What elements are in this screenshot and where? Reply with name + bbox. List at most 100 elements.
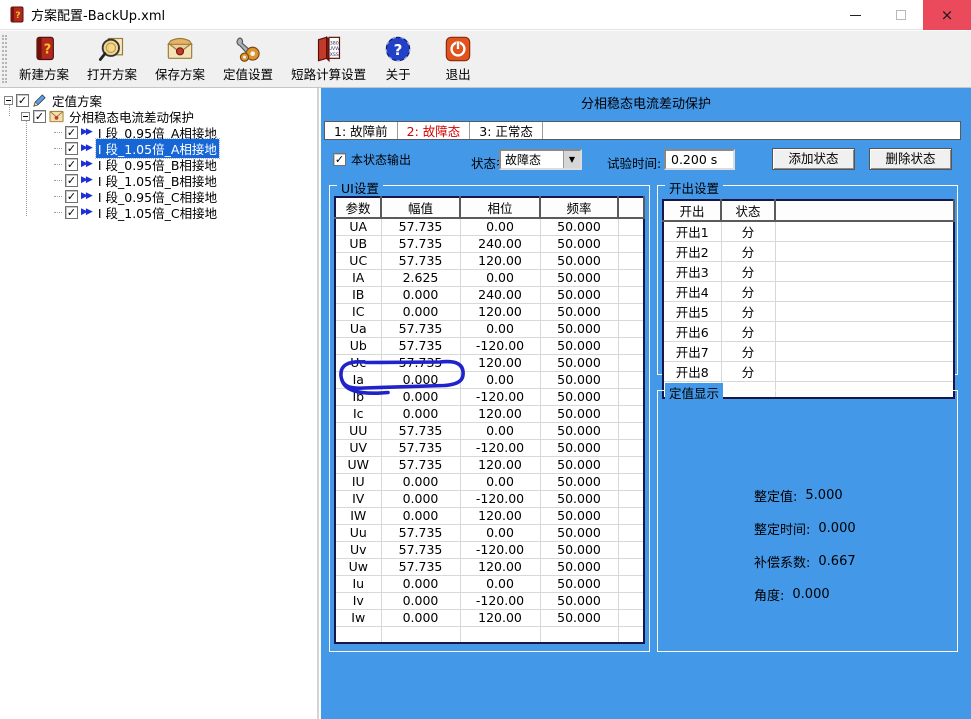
output-state-cell[interactable]: 分: [721, 282, 775, 302]
param-cell[interactable]: UU: [335, 422, 381, 439]
phase-cell[interactable]: 120.00: [460, 558, 540, 575]
phase-cell[interactable]: 120.00: [460, 303, 540, 320]
table-row[interactable]: IU 0.000 0.00 50.000: [335, 473, 644, 490]
about-button[interactable]: ? 关于: [375, 33, 421, 85]
param-cell[interactable]: Iv: [335, 592, 381, 609]
tab-pre-fault[interactable]: 1: 故障前: [325, 122, 398, 139]
phase-cell[interactable]: 120.00: [460, 252, 540, 269]
table-row[interactable]: Uu 57.735 0.00 50.000: [335, 524, 644, 541]
param-cell[interactable]: UC: [335, 252, 381, 269]
table-row[interactable]: IC 0.000 120.00 50.000: [335, 303, 644, 320]
new-scheme-button[interactable]: ? 新建方案: [10, 33, 78, 85]
open-scheme-button[interactable]: 打开方案: [78, 33, 146, 85]
amplitude-cell[interactable]: 57.735: [381, 524, 460, 541]
amplitude-cell[interactable]: 57.735: [381, 439, 460, 456]
amplitude-cell[interactable]: 57.735: [381, 252, 460, 269]
tree-checkbox[interactable]: ✓: [65, 142, 78, 155]
amplitude-cell[interactable]: 2.625: [381, 269, 460, 286]
amplitude-cell[interactable]: 57.735: [381, 558, 460, 575]
param-cell[interactable]: Iu: [335, 575, 381, 592]
amplitude-cell[interactable]: 0.000: [381, 592, 460, 609]
phase-cell[interactable]: 0.00: [460, 473, 540, 490]
test-time-input[interactable]: 0.200 s: [664, 149, 735, 170]
param-cell[interactable]: Ub: [335, 337, 381, 354]
toolbar-gripper[interactable]: [2, 35, 7, 83]
phase-cell[interactable]: 0.00: [460, 524, 540, 541]
table-row[interactable]: Uv 57.735 -120.00 50.000: [335, 541, 644, 558]
output-state-cell[interactable]: 分: [721, 302, 775, 322]
frequency-cell[interactable]: 50.000: [540, 422, 618, 439]
amplitude-cell[interactable]: 0.000: [381, 303, 460, 320]
table-row[interactable]: UU 57.735 0.00 50.000: [335, 422, 644, 439]
table-row[interactable]: UB 57.735 240.00 50.000: [335, 235, 644, 252]
output-state-cell[interactable]: 分: [721, 242, 775, 262]
param-cell[interactable]: UV: [335, 439, 381, 456]
table-row[interactable]: IB 0.000 240.00 50.000: [335, 286, 644, 303]
digital-output-table[interactable]: 开出 状态 开出1 分 开出2 分 开出3 分: [662, 199, 955, 399]
param-cell[interactable]: UB: [335, 235, 381, 252]
table-row[interactable]: 开出2 分: [663, 242, 954, 262]
amplitude-cell[interactable]: 57.735: [381, 422, 460, 439]
frequency-cell[interactable]: 50.000: [540, 490, 618, 507]
table-row[interactable]: Ua 57.735 0.00 50.000: [335, 320, 644, 337]
amplitude-cell[interactable]: 0.000: [381, 371, 460, 388]
amplitude-cell[interactable]: 0.000: [381, 575, 460, 592]
table-row[interactable]: Ic 0.000 120.00 50.000: [335, 405, 644, 422]
tab-normal-state[interactable]: 3: 正常态: [470, 122, 543, 139]
param-cell[interactable]: UA: [335, 218, 381, 235]
frequency-cell[interactable]: 50.000: [540, 354, 618, 371]
tree-checkbox[interactable]: ✓: [33, 110, 46, 123]
ui-header-param[interactable]: 参数: [335, 197, 381, 218]
tree-leaf-row[interactable]: ✓ ▶▶ I 段_1.05倍_C相接地: [54, 204, 219, 220]
output-state-cell[interactable]: 分: [721, 262, 775, 282]
phase-cell[interactable]: 120.00: [460, 405, 540, 422]
param-cell[interactable]: IU: [335, 473, 381, 490]
frequency-cell[interactable]: 50.000: [540, 371, 618, 388]
tree-checkbox[interactable]: ✓: [16, 94, 29, 107]
table-row[interactable]: 开出3 分: [663, 262, 954, 282]
param-cell[interactable]: Ic: [335, 405, 381, 422]
state-name-dropdown[interactable]: 故障态 ▼: [499, 149, 582, 170]
phase-cell[interactable]: -120.00: [460, 541, 540, 558]
amplitude-cell[interactable]: 57.735: [381, 235, 460, 252]
frequency-cell[interactable]: 50.000: [540, 286, 618, 303]
frequency-cell[interactable]: 50.000: [540, 592, 618, 609]
frequency-cell[interactable]: 50.000: [540, 439, 618, 456]
param-cell[interactable]: IV: [335, 490, 381, 507]
param-cell[interactable]: Uw: [335, 558, 381, 575]
output-name-cell[interactable]: 开出1: [663, 221, 721, 242]
param-cell[interactable]: Ia: [335, 371, 381, 388]
output-name-cell[interactable]: 开出5: [663, 302, 721, 322]
frequency-cell[interactable]: 50.000: [540, 507, 618, 524]
phase-cell[interactable]: 0.00: [460, 320, 540, 337]
delete-state-button[interactable]: 删除状态: [869, 148, 952, 170]
output-name-cell[interactable]: 开出2: [663, 242, 721, 262]
do-header-state[interactable]: 状态: [721, 200, 775, 221]
add-state-button[interactable]: 添加状态: [772, 148, 855, 170]
phase-cell[interactable]: 0.00: [460, 422, 540, 439]
amplitude-cell[interactable]: 57.735: [381, 218, 460, 235]
frequency-cell[interactable]: 50.000: [540, 575, 618, 592]
phase-cell[interactable]: 120.00: [460, 456, 540, 473]
tree-checkbox[interactable]: ✓: [65, 158, 78, 171]
table-row[interactable]: Iu 0.000 0.00 50.000: [335, 575, 644, 592]
amplitude-cell[interactable]: 0.000: [381, 473, 460, 490]
frequency-cell[interactable]: 50.000: [540, 609, 618, 626]
phase-cell[interactable]: -120.00: [460, 439, 540, 456]
output-state-cell[interactable]: 分: [721, 342, 775, 362]
table-row[interactable]: UV 57.735 -120.00 50.000: [335, 439, 644, 456]
phase-cell[interactable]: 0.00: [460, 269, 540, 286]
close-button[interactable]: ×: [923, 0, 971, 30]
phase-cell[interactable]: -120.00: [460, 337, 540, 354]
table-row[interactable]: Uc 57.735 120.00 50.000: [335, 354, 644, 371]
param-cell[interactable]: IB: [335, 286, 381, 303]
phase-cell[interactable]: 0.00: [460, 218, 540, 235]
frequency-cell[interactable]: 50.000: [540, 473, 618, 490]
output-state-cell[interactable]: 分: [721, 322, 775, 342]
phase-cell[interactable]: 0.00: [460, 575, 540, 592]
ui-header-phase[interactable]: 相位: [460, 197, 540, 218]
table-row[interactable]: 开出7 分: [663, 342, 954, 362]
amplitude-cell[interactable]: 0.000: [381, 405, 460, 422]
output-name-cell[interactable]: 开出6: [663, 322, 721, 342]
setting-value-button[interactable]: 定值设置: [214, 33, 282, 85]
